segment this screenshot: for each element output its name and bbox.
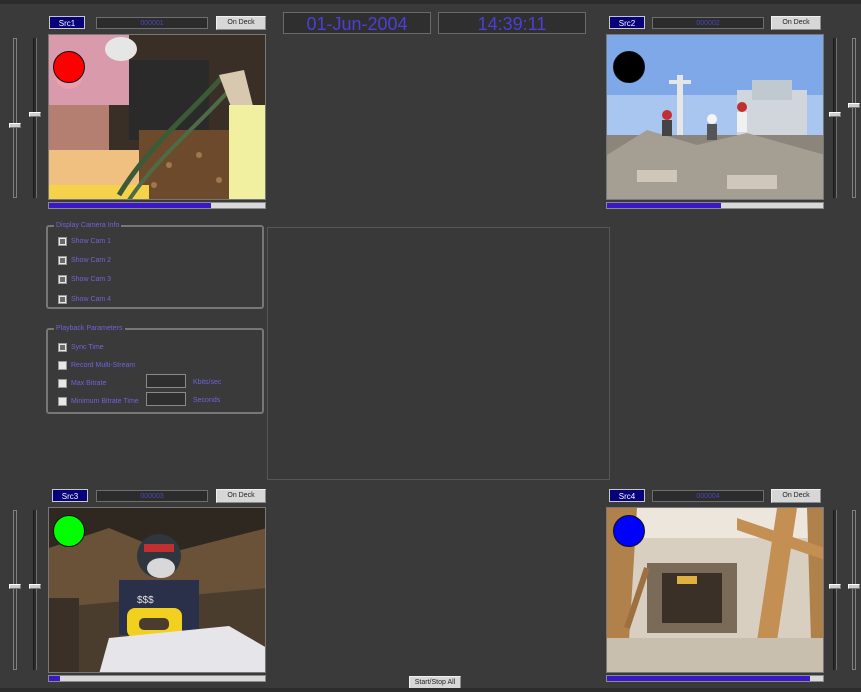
cam1-progress[interactable] <box>48 202 266 209</box>
cam2-volume-slider[interactable] <box>848 38 860 198</box>
date-display: 01-Jun-2004 <box>283 12 431 34</box>
sync-time-row[interactable]: Sync Time <box>58 341 104 353</box>
cam4-label: Src4 <box>609 489 645 502</box>
cam1-balance-slider[interactable] <box>29 38 41 198</box>
cam2-field[interactable]: 000002 <box>652 17 764 29</box>
playback-parameters-group: Playback Parameters Sync Time Record Mul… <box>46 324 264 414</box>
min-bitrate-time-checkbox[interactable] <box>58 396 67 406</box>
show-cam2-label: Show Cam 2 <box>71 256 112 264</box>
cam4-on-deck-button[interactable]: On Deck <box>771 489 821 503</box>
cam3-field[interactable]: 000003 <box>96 490 208 502</box>
display-camera-info-title: Display Camera Info <box>54 221 122 231</box>
cam3-progress[interactable] <box>48 675 266 682</box>
display-camera-info-group: Display Camera Info Show Cam 1 Show Cam … <box>46 221 264 309</box>
cam3-status-dot <box>53 515 85 547</box>
cam2-status-dot <box>613 51 645 83</box>
cam2-progress[interactable] <box>606 202 824 209</box>
show-cam4-row[interactable]: Show Cam 4 <box>58 293 111 305</box>
cam4-field[interactable]: 000004 <box>652 490 764 502</box>
cam2-on-deck-button[interactable]: On Deck <box>771 16 821 30</box>
max-bitrate-unit: Kbits/sec <box>193 379 222 386</box>
min-bitrate-time-row[interactable]: Minimum Bitrate Time <box>58 395 139 407</box>
max-bitrate-checkbox[interactable] <box>58 378 67 388</box>
min-bitrate-time-unit: Seconds <box>193 397 221 404</box>
cam2-balance-slider[interactable] <box>829 38 841 198</box>
show-cam2-checkbox[interactable] <box>58 255 67 265</box>
max-bitrate-label: Max Bitrate <box>71 379 107 387</box>
show-cam1-row[interactable]: Show Cam 1 <box>58 235 111 247</box>
cam1-field[interactable]: 000001 <box>96 17 208 29</box>
record-multistream-checkbox[interactable] <box>58 360 67 370</box>
cam3-volume-slider[interactable] <box>9 510 21 670</box>
cam4-volume-slider[interactable] <box>848 510 860 670</box>
cam3-balance-slider[interactable] <box>29 510 41 670</box>
cam4-progress[interactable] <box>606 675 824 682</box>
max-bitrate-input[interactable] <box>146 374 186 388</box>
sync-time-label: Sync Time <box>71 343 104 351</box>
cam1-label: Src1 <box>49 16 85 29</box>
cam4-status-dot <box>613 515 645 547</box>
show-cam3-checkbox[interactable] <box>58 274 67 284</box>
bottom-frame <box>0 688 861 692</box>
show-cam3-label: Show Cam 3 <box>71 275 112 283</box>
cam1-on-deck-button[interactable]: On Deck <box>216 16 266 30</box>
record-multistream-row[interactable]: Record Multi-Stream <box>58 359 135 371</box>
cam1-status-dot <box>53 51 85 83</box>
cam3-label: Src3 <box>52 489 88 502</box>
cam1-volume-slider[interactable] <box>9 38 21 198</box>
sync-time-checkbox[interactable] <box>58 342 67 352</box>
playback-parameters-title: Playback Parameters <box>54 324 125 334</box>
max-bitrate-row[interactable]: Max Bitrate <box>58 377 106 389</box>
show-cam4-checkbox[interactable] <box>58 294 67 304</box>
time-display: 14:39:11 <box>438 12 586 34</box>
main-video-panel[interactable] <box>267 227 610 480</box>
show-cam2-row[interactable]: Show Cam 2 <box>58 254 111 266</box>
top-frame <box>0 0 861 4</box>
record-multistream-label: Record Multi-Stream <box>71 361 136 369</box>
cam3-on-deck-button[interactable]: On Deck <box>216 489 266 503</box>
min-bitrate-time-input[interactable] <box>146 392 186 406</box>
svg-text:$$$: $$$ <box>137 595 154 606</box>
cam4-balance-slider[interactable] <box>829 510 841 670</box>
show-cam3-row[interactable]: Show Cam 3 <box>58 273 111 285</box>
cam2-label: Src2 <box>609 16 645 29</box>
show-cam1-checkbox[interactable] <box>58 236 67 246</box>
show-cam4-label: Show Cam 4 <box>71 295 112 303</box>
min-bitrate-time-label: Minimum Bitrate Time <box>71 397 139 405</box>
show-cam1-label: Show Cam 1 <box>71 237 112 245</box>
